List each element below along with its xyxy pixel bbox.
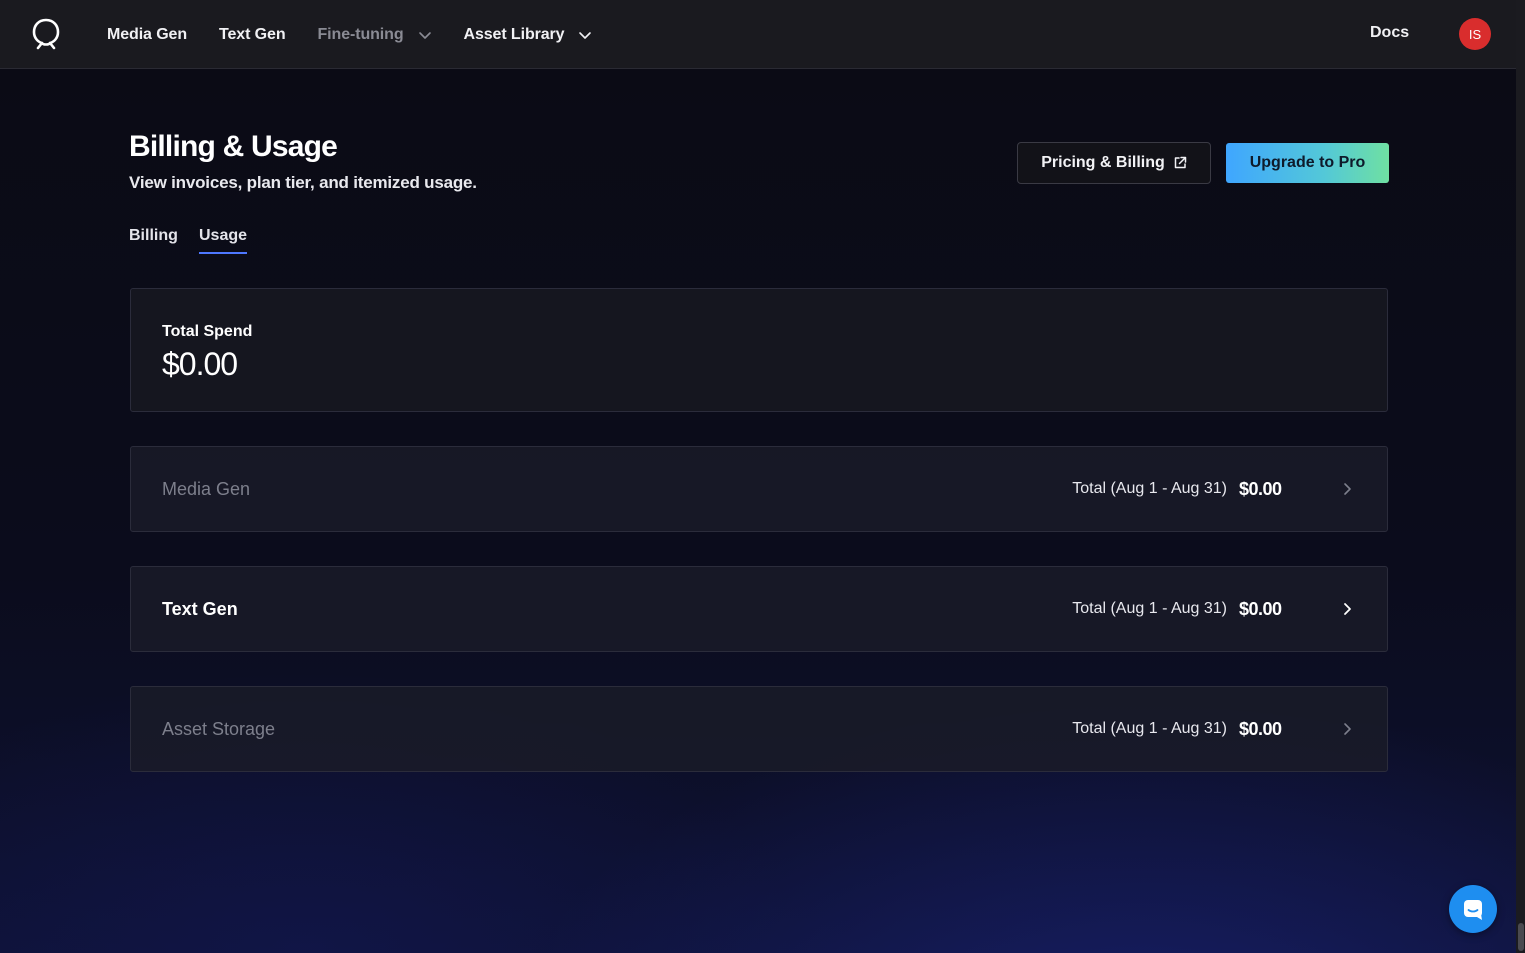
- usage-row-media-gen[interactable]: Media Gen Total (Aug 1 - Aug 31) $0.00: [130, 446, 1388, 532]
- tab-billing[interactable]: Billing: [129, 227, 178, 245]
- chevron-down-icon: [418, 31, 431, 39]
- nav-item-label: Text Gen: [219, 25, 286, 43]
- usage-row-name: Text Gen: [162, 599, 238, 619]
- active-tab-indicator: [199, 252, 247, 254]
- chevron-down-icon: [579, 31, 592, 39]
- usage-row-total-label: Total (Aug 1 - Aug 31): [1072, 600, 1227, 617]
- chevron-right-icon: [1344, 483, 1351, 495]
- main-nav: Media Gen Text Gen Fine-tuning Asset Lib…: [107, 0, 624, 69]
- chat-support-button[interactable]: [1449, 885, 1497, 933]
- pricing-billing-button[interactable]: Pricing & Billing: [1017, 142, 1211, 184]
- nav-item-label: Fine-tuning: [317, 25, 404, 43]
- brand-logo-icon[interactable]: [30, 17, 62, 51]
- usage-row-name: Media Gen: [162, 479, 251, 499]
- usage-row-asset-storage[interactable]: Asset Storage Total (Aug 1 - Aug 31) $0.…: [130, 686, 1388, 772]
- top-navigation-bar: Media Gen Text Gen Fine-tuning Asset Lib…: [0, 0, 1516, 69]
- chevron-right-icon: [1344, 723, 1351, 735]
- total-spend-card: Total Spend $0.00: [130, 288, 1388, 412]
- avatar[interactable]: IS: [1459, 18, 1491, 50]
- upgrade-to-pro-button[interactable]: Upgrade to Pro: [1226, 143, 1389, 183]
- nav-item-asset-library[interactable]: Asset Library: [464, 26, 593, 44]
- total-spend-label: Total Spend: [162, 323, 253, 340]
- nav-item-fine-tuning[interactable]: Fine-tuning: [318, 26, 432, 44]
- usage-row-amount: $0.00: [1239, 599, 1282, 619]
- page-scrollbar[interactable]: [1516, 0, 1525, 953]
- nav-item-label: Asset Library: [463, 25, 565, 43]
- usage-row-total-label: Total (Aug 1 - Aug 31): [1072, 720, 1227, 737]
- chevron-right-icon: [1344, 603, 1351, 615]
- page-title: Billing & Usage: [129, 130, 338, 163]
- page-subtitle: View invoices, plan tier, and itemized u…: [129, 173, 477, 192]
- usage-row-name: Asset Storage: [162, 719, 276, 739]
- usage-row-text-gen[interactable]: Text Gen Total (Aug 1 - Aug 31) $0.00: [130, 566, 1388, 652]
- usage-row-amount: $0.00: [1239, 479, 1282, 499]
- scrollbar-thumb[interactable]: [1518, 923, 1524, 951]
- nav-item-text-gen[interactable]: Text Gen: [219, 25, 286, 44]
- usage-row-total-label: Total (Aug 1 - Aug 31): [1072, 480, 1227, 497]
- tab-usage[interactable]: Usage: [199, 227, 247, 245]
- pricing-billing-label: Pricing & Billing: [1041, 154, 1165, 171]
- nav-item-label: Media Gen: [107, 25, 188, 43]
- chat-icon: [1464, 900, 1482, 920]
- usage-row-amount: $0.00: [1239, 719, 1282, 739]
- nav-item-media-gen[interactable]: Media Gen: [107, 26, 187, 44]
- external-link-icon: [1174, 156, 1187, 169]
- total-spend-value: $0.00: [162, 346, 238, 382]
- docs-link[interactable]: Docs: [1370, 24, 1409, 42]
